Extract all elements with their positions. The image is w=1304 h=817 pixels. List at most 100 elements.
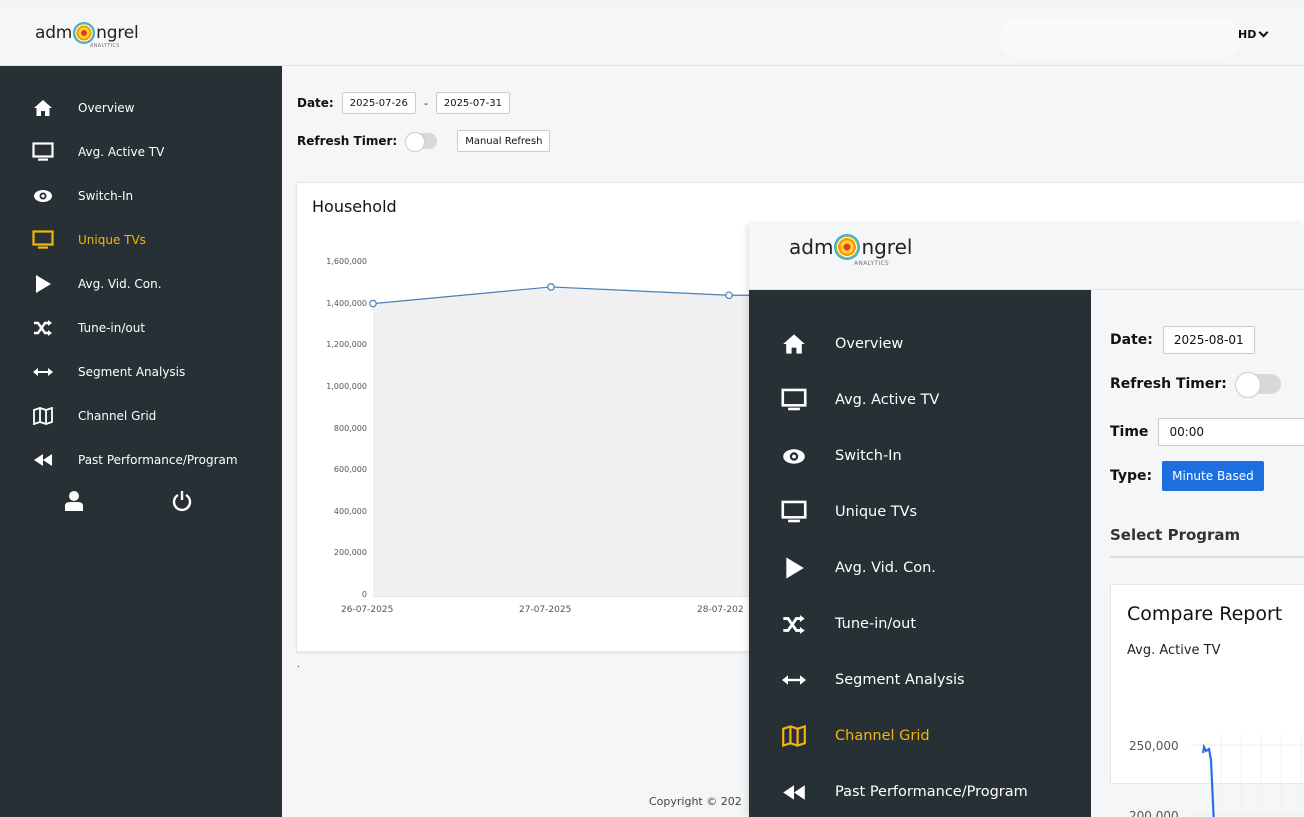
rewind-icon xyxy=(32,450,54,470)
monitor-icon xyxy=(781,500,807,524)
logo-text-end: ngrel xyxy=(861,235,913,259)
power-icon[interactable] xyxy=(172,490,192,516)
play-icon xyxy=(32,274,54,294)
type-label: Type: xyxy=(1110,468,1153,484)
sidebar-item-label: Avg. Active TV xyxy=(78,145,165,159)
sidebar-item-label: Switch-In xyxy=(835,448,902,464)
sidebar-item-label: Unique TVs xyxy=(835,504,918,520)
sidebar-item-switch-in[interactable]: Switch-In xyxy=(781,442,902,470)
rewind-icon xyxy=(781,780,807,804)
time-label: Time xyxy=(1110,424,1149,440)
date-row: Date: 2025-08-01 xyxy=(1110,326,1255,354)
stray-mark: . xyxy=(297,660,300,670)
sidebar-item-label: Past Performance/Program xyxy=(78,453,238,467)
monitor-icon xyxy=(32,230,54,250)
app-logo[interactable]: adm ngrel ANALYTICS xyxy=(35,22,139,49)
user-menu-label: HD xyxy=(1238,28,1257,41)
sidebar-item-segment-analysis[interactable]: Segment Analysis xyxy=(781,666,965,694)
arrows-horizontal-icon xyxy=(32,362,54,382)
sidebar-item-avg-active-tv[interactable]: Avg. Active TV xyxy=(781,386,939,414)
top-search-area xyxy=(1000,18,1240,58)
series-line xyxy=(1201,743,1215,817)
logo-subtitle: ANALYTICS xyxy=(90,43,120,49)
x-tick-label: 27-07-2025 xyxy=(519,605,572,615)
map-icon xyxy=(781,724,807,748)
sidebar: Overview Avg. Active TV Switch-In Unique… xyxy=(0,66,282,817)
date-input[interactable]: 2025-08-01 xyxy=(1162,326,1255,354)
sidebar: Overview Avg. Active TV Switch-In Unique… xyxy=(749,290,1091,817)
date-from-input[interactable]: 2025-07-26 xyxy=(341,92,416,114)
sidebar-item-label: Segment Analysis xyxy=(835,672,965,688)
refresh-row: Refresh Timer: xyxy=(1110,372,1281,398)
data-point[interactable] xyxy=(369,299,377,308)
sidebar-item-past-performance[interactable]: Past Performance/Program xyxy=(781,778,1028,806)
type-row: Type: Minute Based xyxy=(1110,461,1264,491)
top-bar: adm ngrel ANALYTICS xyxy=(749,224,1304,290)
data-point[interactable] xyxy=(725,291,733,300)
date-range-row: Date: 2025-07-26 - 2025-07-31 xyxy=(297,92,510,114)
arrows-horizontal-icon xyxy=(781,668,807,692)
eye-icon xyxy=(781,444,807,468)
logo-subtitle: ANALYTICS xyxy=(854,260,890,267)
sidebar-item-unique-tvs[interactable]: Unique TVs xyxy=(781,498,917,526)
time-input[interactable]: 00:00 xyxy=(1158,418,1304,446)
sidebar-item-segment-analysis[interactable]: Segment Analysis xyxy=(32,360,185,384)
user-menu[interactable]: HD xyxy=(1238,27,1269,41)
sidebar-item-tune-in-out[interactable]: Tune-in/out xyxy=(32,316,145,340)
minute-based-button[interactable]: Minute Based xyxy=(1162,461,1264,491)
top-bar: adm ngrel ANALYTICS HD xyxy=(0,10,1304,66)
sidebar-item-avg-vid-con[interactable]: Avg. Vid. Con. xyxy=(32,272,162,296)
shuffle-icon xyxy=(32,318,54,338)
logo-target-icon xyxy=(73,22,96,44)
play-icon xyxy=(781,556,807,580)
sidebar-item-label: Segment Analysis xyxy=(78,365,186,379)
sidebar-item-label: Overview xyxy=(835,336,904,352)
sidebar-item-label: Unique TVs xyxy=(78,233,146,247)
home-icon xyxy=(781,332,807,356)
home-icon xyxy=(32,98,54,118)
date-label: Date: xyxy=(1110,332,1153,348)
user-profile-icon[interactable] xyxy=(64,490,84,516)
foreground-window: adm ngrel ANALYTICS Overview Avg. Active… xyxy=(749,224,1304,817)
x-tick-label: 28-07-202 xyxy=(697,605,744,615)
main-content: Date: 2025-08-01 Refresh Timer: Time 00:… xyxy=(1091,290,1304,817)
eye-icon xyxy=(32,186,54,206)
sidebar-item-avg-vid-con[interactable]: Avg. Vid. Con. xyxy=(781,554,936,582)
select-program-dropdown[interactable]: Select Program xyxy=(1110,526,1304,558)
sidebar-item-label: Avg. Vid. Con. xyxy=(835,560,936,576)
monitor-icon xyxy=(32,142,54,162)
date-to-input[interactable]: 2025-07-31 xyxy=(435,92,510,114)
refresh-timer-toggle[interactable] xyxy=(405,132,438,152)
refresh-timer-label: Refresh Timer: xyxy=(297,134,398,148)
sidebar-item-past-performance[interactable]: Past Performance/Program xyxy=(32,448,238,472)
monitor-icon xyxy=(781,388,807,412)
refresh-row: Refresh Timer: Manual Refresh xyxy=(297,130,551,152)
logo-target-icon xyxy=(834,234,861,260)
sidebar-item-channel-grid[interactable]: Channel Grid xyxy=(781,722,930,750)
sidebar-item-avg-active-tv[interactable]: Avg. Active TV xyxy=(32,140,164,164)
time-row: Time 00:00 xyxy=(1110,418,1304,446)
refresh-timer-toggle[interactable] xyxy=(1234,372,1281,398)
sidebar-item-unique-tvs[interactable]: Unique TVs xyxy=(32,228,146,252)
sidebar-item-switch-in[interactable]: Switch-In xyxy=(32,184,133,208)
sidebar-item-label: Past Performance/Program xyxy=(835,784,1028,800)
sidebar-item-label: Tune-in/out xyxy=(78,321,146,335)
sidebar-item-overview[interactable]: Overview xyxy=(32,96,135,120)
compare-report-card: Compare Report Avg. Active TV 250,000 20… xyxy=(1110,584,1304,817)
data-point[interactable] xyxy=(547,283,555,291)
manual-refresh-button[interactable]: Manual Refresh xyxy=(457,130,551,152)
sidebar-item-label: Overview xyxy=(78,101,135,115)
sidebar-item-tune-in-out[interactable]: Tune-in/out xyxy=(781,610,916,638)
logo-text-start: adm xyxy=(35,23,73,43)
shuffle-icon xyxy=(781,612,807,636)
sidebar-item-label: Switch-In xyxy=(78,189,134,203)
x-tick-label: 26-07-2025 xyxy=(341,605,394,615)
date-separator: - xyxy=(423,96,428,110)
date-label: Date: xyxy=(297,96,334,110)
sidebar-item-overview[interactable]: Overview xyxy=(781,330,903,358)
app-logo[interactable]: adm ngrel ANALYTICS xyxy=(789,234,913,267)
sidebar-item-label: Avg. Active TV xyxy=(835,392,940,408)
compare-chart xyxy=(1191,735,1304,817)
sidebar-item-label: Avg. Vid. Con. xyxy=(78,277,162,291)
sidebar-item-channel-grid[interactable]: Channel Grid xyxy=(32,404,156,428)
